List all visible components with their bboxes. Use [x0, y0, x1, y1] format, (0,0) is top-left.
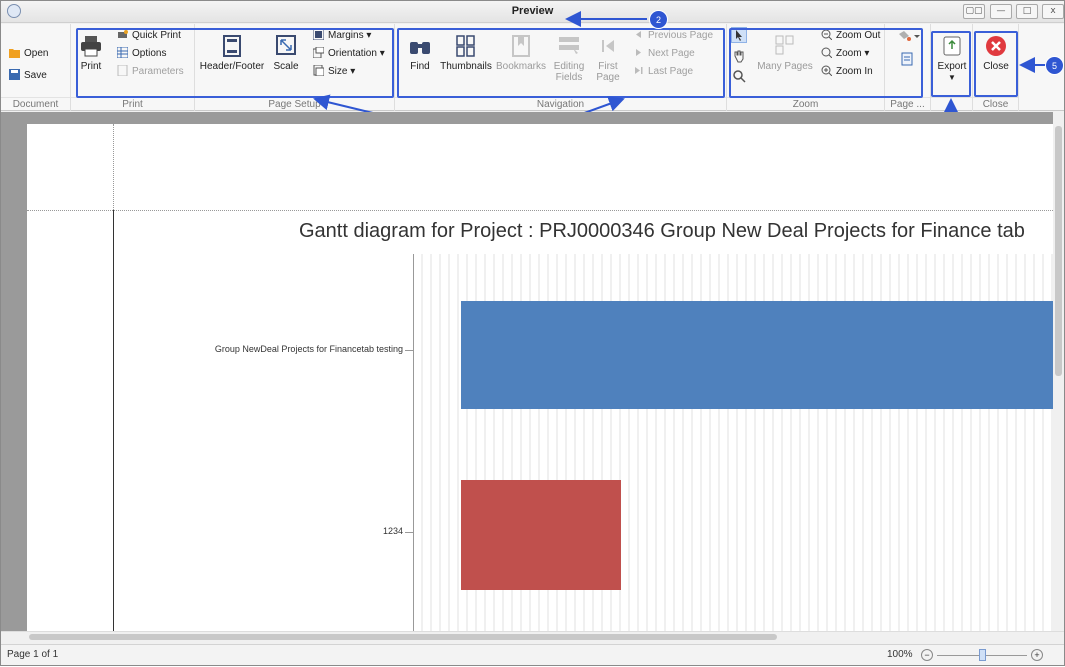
zoom-in-slider-button[interactable]: + — [1031, 649, 1043, 661]
document-viewport[interactable]: Gantt diagram for Project : PRJ0000346 G… — [1, 112, 1064, 631]
tick-1 — [405, 350, 413, 351]
annotation-marker-5: 5 — [1045, 56, 1064, 75]
page-info: Page 1 of 1 — [7, 649, 59, 660]
vertical-scroll-thumb[interactable] — [1055, 126, 1062, 376]
zoom-slider-thumb[interactable] — [979, 649, 986, 661]
zoom-out-slider-button[interactable]: − — [921, 649, 933, 661]
vertical-scrollbar[interactable] — [1053, 112, 1064, 631]
gantt-bar-1 — [461, 301, 1057, 409]
report-page: Gantt diagram for Project : PRJ0000346 G… — [27, 124, 1057, 631]
zoom-percentage[interactable]: 100% — [887, 649, 913, 660]
horizontal-scroll-thumb[interactable] — [29, 634, 777, 640]
status-bar: Page 1 of 1 100% − + — [1, 644, 1064, 665]
gantt-title: Gantt diagram for Project : PRJ0000346 G… — [299, 220, 1025, 242]
annotation-marker-2: 2 — [649, 10, 668, 29]
tick-2 — [405, 532, 413, 533]
preview-window: Preview ▢▢ — □ x Open Save Document Prin… — [0, 0, 1065, 666]
horizontal-scrollbar[interactable] — [1, 631, 1064, 643]
gantt-bar-2 — [461, 480, 621, 590]
gantt-row-label-2: 1234 — [382, 526, 403, 536]
gantt-row-label-1: Group NewDeal Projects for Financetab te… — [214, 344, 403, 354]
